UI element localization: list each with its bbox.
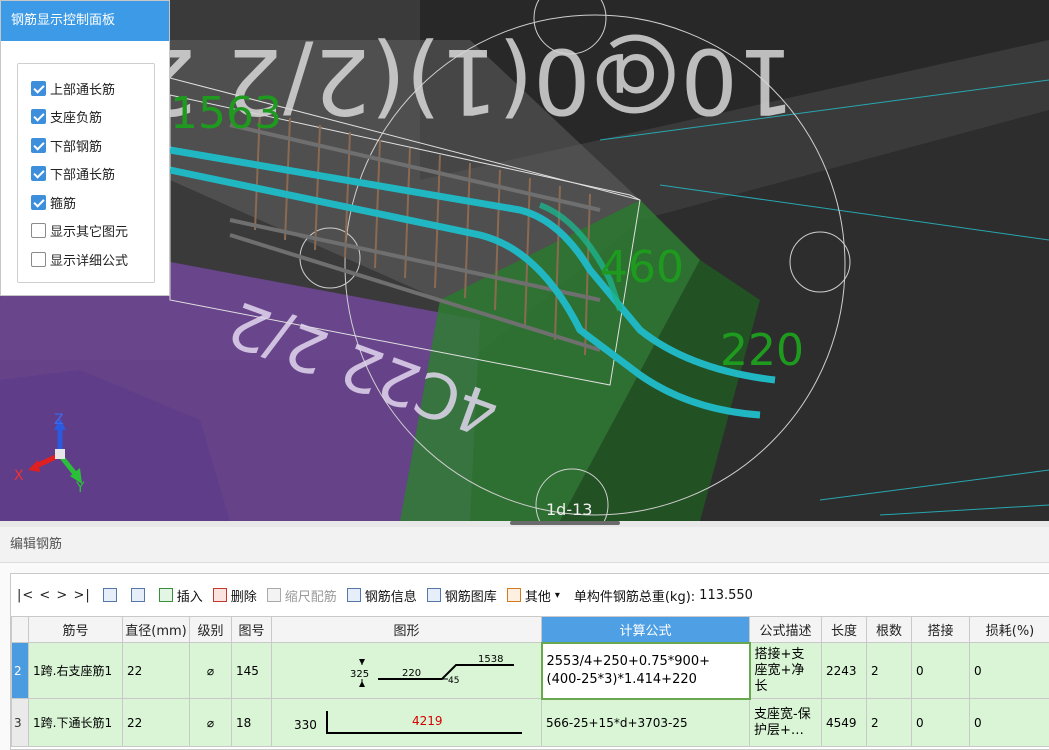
- chevron-down-icon: ▾: [554, 589, 560, 601]
- 3d-viewport[interactable]: 10@0(1)(2/2 2 2C4 1563 460 220 4C22 2/2 …: [0, 0, 1049, 521]
- ruler-icon: [266, 588, 281, 602]
- move-up-button[interactable]: [102, 588, 121, 602]
- figure-no-cell[interactable]: 18: [231, 698, 272, 747]
- checkbox-icon[interactable]: [31, 194, 46, 210]
- column-header: [11, 616, 29, 643]
- description-cell[interactable]: 支座宽-保护层+…: [749, 698, 822, 747]
- splitter-handle[interactable]: [510, 521, 620, 525]
- dim-label: 220: [402, 668, 421, 679]
- straight-rebar-shape: 330 4219: [294, 711, 522, 734]
- option-top-continuous-rebar[interactable]: 上部通长筋: [18, 74, 154, 103]
- column-header[interactable]: 直径(mm): [122, 616, 190, 643]
- loss-cell[interactable]: 0: [969, 698, 1049, 747]
- library-icon: [426, 588, 441, 602]
- dim-label: 330: [294, 718, 317, 732]
- table-row[interactable]: 2 1跨.右支座筋1 22 ⌀ 145 1538 325 220 45 2553…: [11, 641, 1049, 700]
- checkbox-icon[interactable]: [31, 251, 46, 267]
- checkbox-icon[interactable]: [31, 80, 46, 96]
- grade-cell[interactable]: ⌀: [189, 698, 232, 747]
- rebar-name-cell[interactable]: 1跨.右支座筋1: [28, 642, 123, 699]
- total-weight-value: 113.550: [699, 587, 753, 603]
- scale-rebar-button[interactable]: 缩尺配筋: [266, 586, 337, 605]
- length-cell[interactable]: 4549: [821, 698, 867, 747]
- diameter-cell[interactable]: 22: [122, 642, 190, 699]
- dimension-1563: 1563: [170, 88, 282, 139]
- dim-label: 325: [350, 669, 369, 680]
- rebar-library-button[interactable]: 钢筋图库: [426, 586, 497, 605]
- checkbox-icon[interactable]: [31, 223, 46, 239]
- column-header[interactable]: 级别: [189, 616, 232, 643]
- column-header[interactable]: 图形: [271, 616, 542, 643]
- column-header[interactable]: 长度: [821, 616, 867, 643]
- column-header[interactable]: 图号: [231, 616, 272, 643]
- lap-cell[interactable]: 0: [911, 698, 970, 747]
- diameter-cell[interactable]: 22: [122, 698, 190, 747]
- option-support-negative-rebar[interactable]: 支座负筋: [18, 103, 154, 132]
- grade-cell[interactable]: ⌀: [189, 642, 232, 699]
- column-header[interactable]: 搭接: [911, 616, 970, 643]
- column-header[interactable]: 计算公式: [541, 616, 750, 643]
- rebar-display-control-panel: 钢筋显示控制面板 上部通长筋 支座负筋 下部钢筋 下部通长筋 箍筋 显示其它图元…: [0, 0, 170, 296]
- option-show-other-elements[interactable]: 显示其它图元: [18, 217, 154, 246]
- option-stirrup[interactable]: 箍筋: [18, 188, 154, 217]
- display-options-list: 上部通长筋 支座负筋 下部钢筋 下部通长筋 箍筋 显示其它图元 显示详细公式: [17, 63, 155, 283]
- table-row[interactable]: 3 1跨.下通长筋1 22 ⌀ 18 330 4219 566-25+15*d+…: [11, 698, 1049, 747]
- document-icon: [346, 588, 361, 602]
- editor-title: 编辑钢筋: [0, 527, 1049, 563]
- row-index[interactable]: 2: [11, 642, 29, 699]
- control-panel-title: 钢筋显示控制面板: [1, 1, 169, 41]
- count-cell[interactable]: 2: [866, 698, 912, 747]
- option-bottom-rebar[interactable]: 下部钢筋: [18, 131, 154, 160]
- other-menu-button[interactable]: 其他 ▾: [506, 586, 560, 605]
- editor-toolbar: |< < > >| 插入 删除 缩尺配筋 钢筋信息 钢筋图库 其他 ▾ 单构件钢筋…: [11, 574, 1049, 616]
- column-header[interactable]: 根数: [866, 616, 912, 643]
- axis-z-label: Z: [54, 412, 64, 428]
- record-navigation[interactable]: |< < > >|: [17, 588, 91, 603]
- dim-label: 1538: [478, 654, 503, 665]
- delete-button[interactable]: 删除: [212, 586, 257, 605]
- option-show-detailed-formula[interactable]: 显示详细公式: [18, 245, 154, 274]
- loss-cell[interactable]: 0: [969, 642, 1049, 699]
- dimension-460: 460: [600, 242, 684, 293]
- dim-label: 4219: [412, 714, 443, 728]
- column-header[interactable]: 筋号: [28, 616, 123, 643]
- shape-cell[interactable]: 1538 325 220 45: [271, 642, 542, 699]
- row-index[interactable]: 3: [11, 698, 29, 747]
- shape-cell[interactable]: 330 4219: [271, 698, 542, 747]
- formula-cell[interactable]: 2553/4+250+0.75*900+(400-25*3)*1.414+220: [540, 641, 751, 700]
- count-cell[interactable]: 2: [866, 642, 912, 699]
- delete-icon: [212, 588, 227, 602]
- edit-rebar-panel: 编辑钢筋 |< < > >| 插入 删除 缩尺配筋 钢筋信息 钢筋图库 其他 ▾ …: [0, 527, 1049, 750]
- arrow-down-icon: [130, 588, 145, 602]
- checkbox-icon[interactable]: [31, 166, 46, 182]
- description-cell[interactable]: 搭接+支座宽+净长: [749, 642, 822, 699]
- table-header-row: 筋号 直径(mm) 级别 图号 图形 计算公式 公式描述 长度 根数 搭接 损耗…: [11, 616, 1049, 643]
- rebar-name-cell[interactable]: 1跨.下通长筋1: [28, 698, 123, 747]
- total-weight-label: 单构件钢筋总重(kg):: [573, 589, 696, 605]
- axis-x-label: X: [14, 468, 24, 484]
- checkbox-icon[interactable]: [31, 137, 46, 153]
- formula-cell[interactable]: 566-25+15*d+3703-25: [541, 698, 750, 747]
- insert-button[interactable]: 插入: [158, 586, 203, 605]
- move-down-button[interactable]: [130, 588, 149, 602]
- option-bottom-continuous-rebar[interactable]: 下部通长筋: [18, 160, 154, 189]
- scale-label: 1d-13: [546, 500, 592, 519]
- dim-label: 45: [448, 676, 459, 686]
- editor-content: |< < > >| 插入 删除 缩尺配筋 钢筋信息 钢筋图库 其他 ▾ 单构件钢筋…: [10, 573, 1049, 750]
- insert-icon: [158, 588, 173, 602]
- document-gear-icon: [506, 588, 521, 602]
- length-cell[interactable]: 2243: [821, 642, 867, 699]
- bent-rebar-shape: 1538 325 220 45: [350, 654, 514, 687]
- column-header[interactable]: 损耗(%): [969, 616, 1049, 643]
- dimension-220: 220: [720, 325, 804, 376]
- lap-cell[interactable]: 0: [911, 642, 970, 699]
- arrow-up-icon: [102, 588, 117, 602]
- rebar-table: 筋号 直径(mm) 级别 图号 图形 计算公式 公式描述 长度 根数 搭接 损耗…: [11, 616, 1049, 747]
- checkbox-icon[interactable]: [31, 109, 46, 125]
- rebar-info-button[interactable]: 钢筋信息: [346, 586, 417, 605]
- figure-no-cell[interactable]: 145: [231, 642, 272, 699]
- axis-y-label: Y: [75, 480, 85, 496]
- column-header[interactable]: 公式描述: [749, 616, 822, 643]
